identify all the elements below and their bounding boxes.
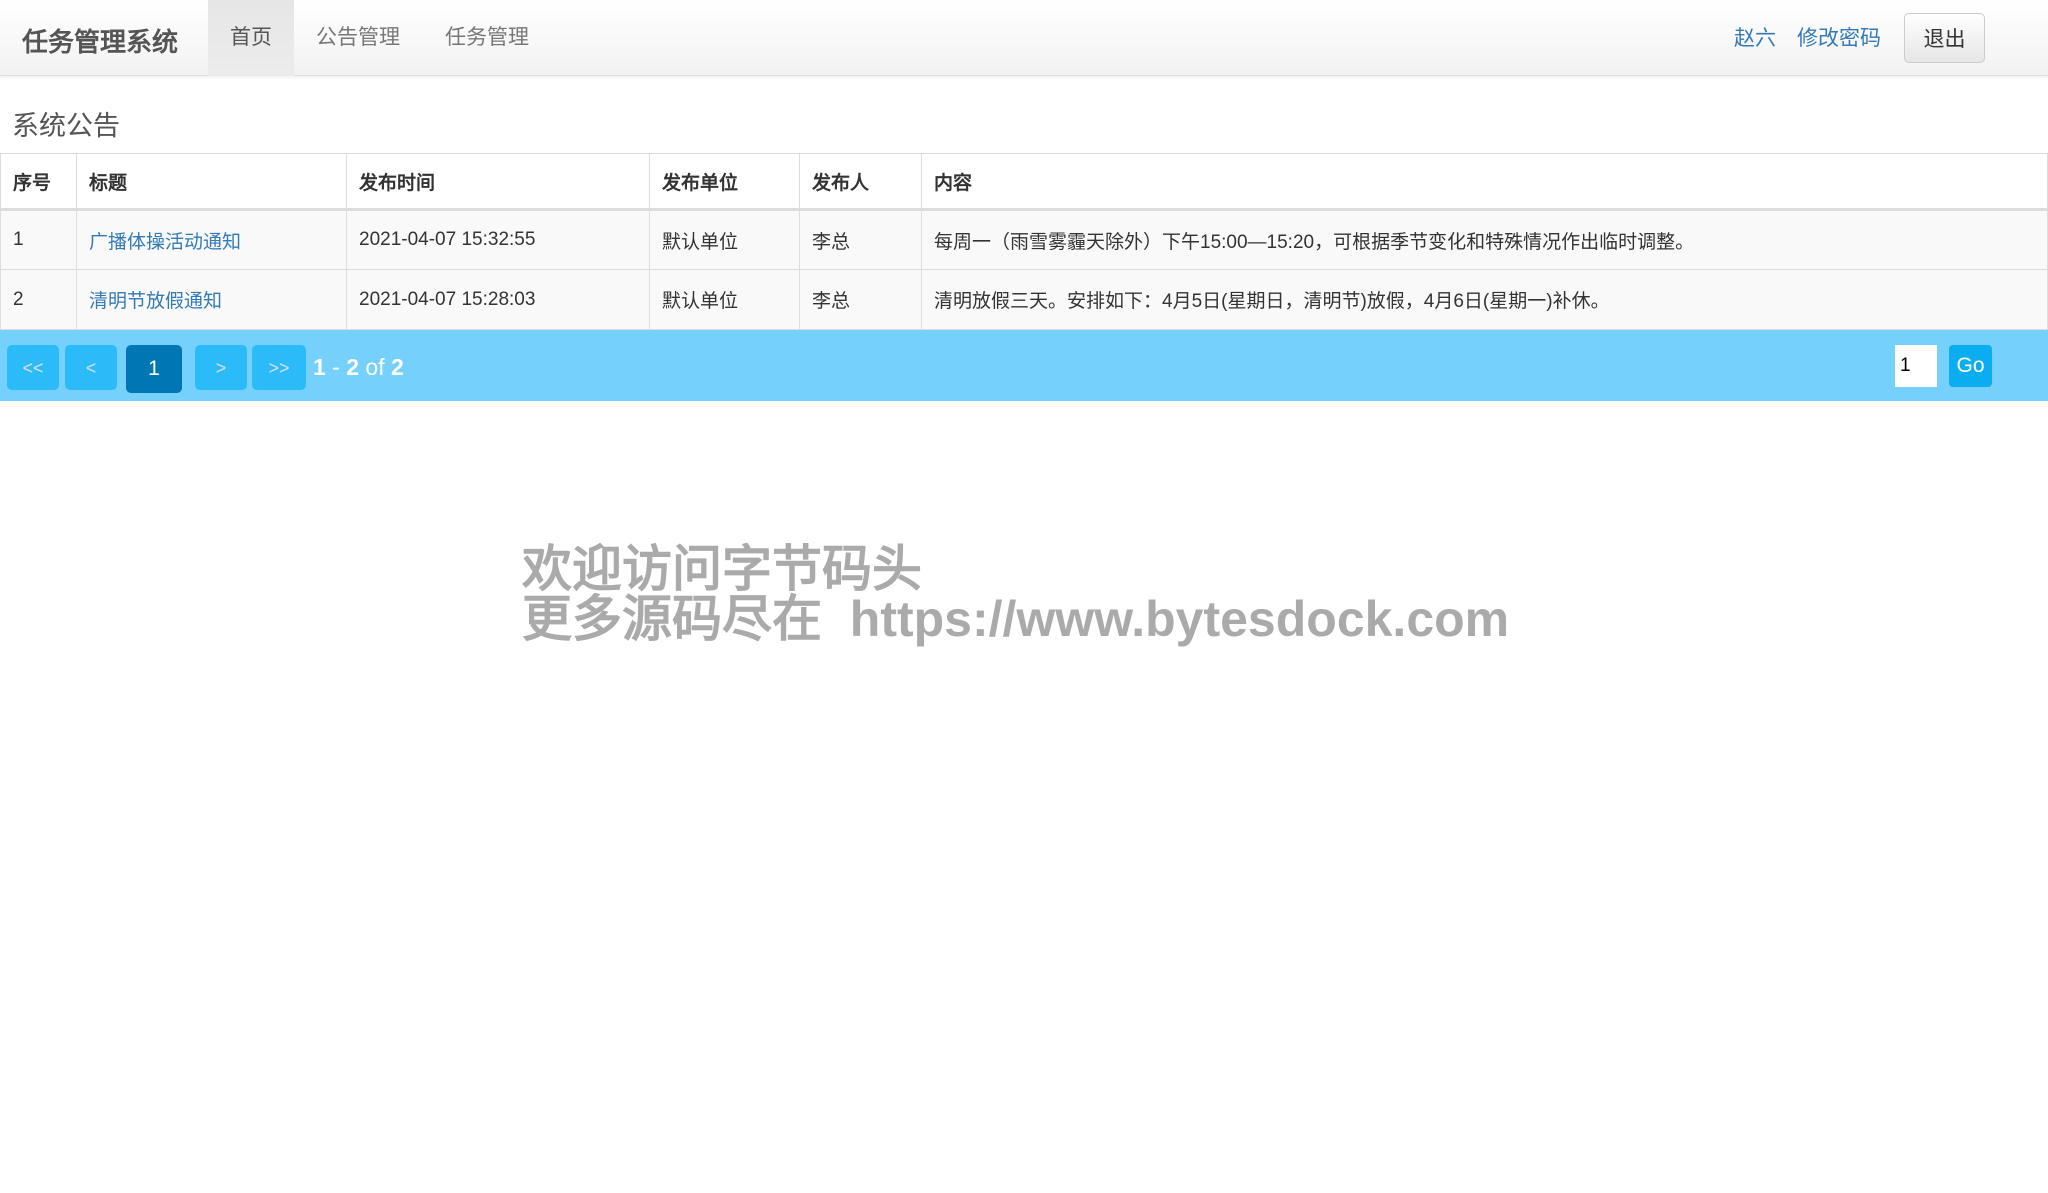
cell-index: 1	[1, 210, 77, 270]
cell-content: 每周一（雨雪雾霾天除外）下午15:00—15:20，可根据季节变化和特殊情况作出…	[922, 210, 2048, 270]
watermark-line2: 更多源码尽在 https://www.bytesdock.com	[522, 594, 1509, 644]
watermark: 欢迎访问字节码头更多源码尽在 https://www.bytesdock.com	[522, 544, 1509, 644]
nav-task-management[interactable]: 任务管理	[423, 0, 551, 76]
cell-publisher: 李总	[800, 270, 922, 330]
header-publisher: 发布人	[800, 154, 922, 210]
title-link[interactable]: 广播体操活动通知	[89, 232, 241, 253]
first-page-button[interactable]: <<	[7, 345, 59, 390]
cell-content: 清明放假三天。安排如下：4月5日(星期日，清明节)放假，4月6日(星期一)补休。	[922, 270, 2048, 330]
cell-publisher: 李总	[800, 210, 922, 270]
range-to: 2	[346, 354, 359, 380]
cell-unit: 默认单位	[650, 210, 800, 270]
go-button[interactable]: Go	[1949, 345, 1992, 387]
title-link[interactable]: 清明节放假通知	[89, 291, 222, 312]
header-time: 发布时间	[347, 154, 650, 210]
cell-unit: 默认单位	[650, 270, 800, 330]
header-unit: 发布单位	[650, 154, 800, 210]
range-sep: -	[326, 354, 346, 380]
watermark-line1: 欢迎访问字节码头	[522, 544, 1509, 594]
range-from: 1	[313, 354, 326, 380]
range-total: 2	[391, 354, 404, 380]
navbar: 任务管理系统 首页 公告管理 任务管理 赵六 修改密码 退出	[0, 0, 2048, 76]
range-of: of	[359, 354, 391, 380]
cell-time: 2021-04-07 15:28:03	[347, 270, 650, 330]
header-title: 标题	[77, 154, 347, 210]
logout-button[interactable]: 退出	[1904, 13, 1985, 63]
table-header-row: 序号 标题 发布时间 发布单位 发布人 内容	[1, 154, 2048, 210]
table-row: 1 广播体操活动通知 2021-04-07 15:32:55 默认单位 李总 每…	[1, 210, 2048, 270]
header-index: 序号	[1, 154, 77, 210]
cell-time: 2021-04-07 15:32:55	[347, 210, 650, 270]
cell-index: 2	[1, 270, 77, 330]
user-link[interactable]: 赵六	[1734, 22, 1776, 52]
nav-home[interactable]: 首页	[208, 0, 294, 76]
page-info: 1 - 2 of 2	[313, 354, 404, 381]
page-title: 系统公告	[12, 104, 120, 143]
pagination: << < 1 > >> 1 - 2 of 2 Go	[0, 330, 2048, 401]
header-content: 内容	[922, 154, 2048, 210]
announcement-table: 序号 标题 发布时间 发布单位 发布人 内容 1 广播体操活动通知 2021-0…	[0, 153, 2048, 330]
page-1-button[interactable]: 1	[126, 345, 182, 393]
nav-announcement-management[interactable]: 公告管理	[294, 0, 422, 76]
table-row: 2 清明节放假通知 2021-04-07 15:28:03 默认单位 李总 清明…	[1, 270, 2048, 330]
brand[interactable]: 任务管理系统	[22, 22, 178, 59]
last-page-button[interactable]: >>	[252, 345, 306, 390]
next-page-button[interactable]: >	[195, 345, 247, 390]
change-password-link[interactable]: 修改密码	[1797, 22, 1881, 52]
prev-page-button[interactable]: <	[65, 345, 117, 390]
goto-page-input[interactable]	[1895, 345, 1937, 387]
